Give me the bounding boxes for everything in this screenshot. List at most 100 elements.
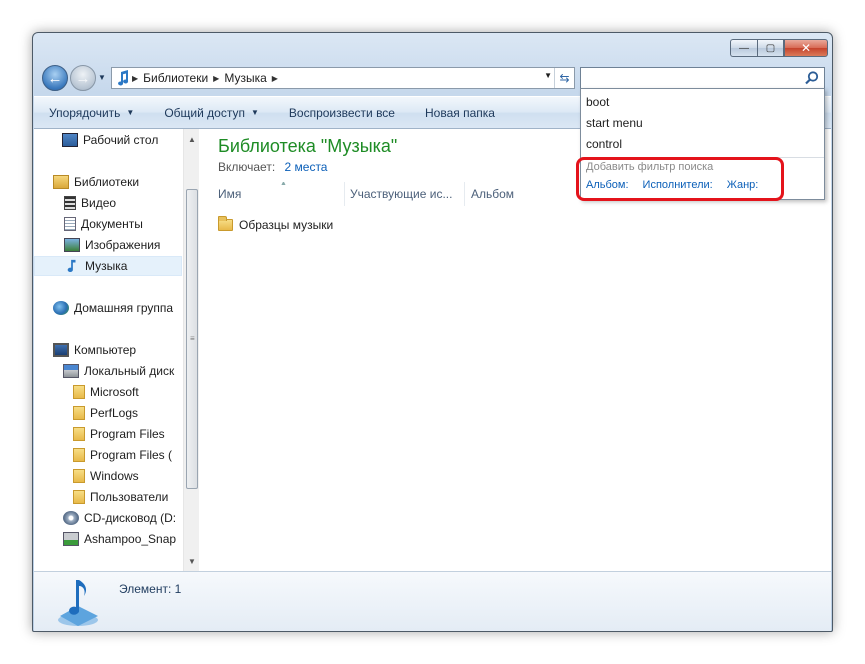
scroll-thumb[interactable]: ≡ xyxy=(186,189,198,489)
nav-item-users[interactable]: Пользователи xyxy=(34,487,182,507)
breadcrumb-music[interactable]: Музыка xyxy=(224,71,266,85)
nav-item-libraries[interactable]: Библиотеки xyxy=(34,172,182,192)
grip-icon: ≡ xyxy=(190,334,195,343)
scroll-down-icon[interactable]: ▼ xyxy=(184,553,200,569)
video-icon xyxy=(64,196,76,210)
nav-item-label: Документы xyxy=(81,217,143,231)
breadcrumb-separator[interactable]: ▶ xyxy=(132,74,138,83)
nav-item-desktop[interactable]: Рабочий стол xyxy=(34,130,182,150)
music-icon xyxy=(67,259,76,273)
column-label: Имя xyxy=(218,187,242,201)
breadcrumb-separator[interactable]: ▶ xyxy=(213,74,219,83)
nav-item-label: Program Files ( xyxy=(90,448,173,462)
history-dropdown-icon[interactable]: ▼ xyxy=(98,73,106,82)
nav-item-label: Microsoft xyxy=(90,385,139,399)
maximize-button[interactable]: ▢ xyxy=(757,39,784,57)
nav-scrollbar[interactable]: ▲ ≡ ▼ xyxy=(183,129,199,571)
nav-item-label: Компьютер xyxy=(74,343,137,357)
nav-item-program-files-x86[interactable]: Program Files ( xyxy=(34,445,182,465)
nav-item-perflogs[interactable]: PerfLogs xyxy=(34,403,182,423)
address-dropdown-icon[interactable]: ▼ xyxy=(544,71,552,80)
nav-item-label: Пользователи xyxy=(90,490,169,504)
library-includes: Включает: 2 места xyxy=(218,160,327,174)
folder-icon xyxy=(73,406,85,420)
chevron-down-icon: ▼ xyxy=(250,108,259,117)
folder-icon xyxy=(73,490,85,504)
nav-item-label: Музыка xyxy=(85,259,128,273)
navigation-pane: Рабочий стол Библиотеки Видео Документы … xyxy=(34,129,199,571)
nav-item-label: Изображения xyxy=(85,238,161,252)
breadcrumb-libraries[interactable]: Библиотеки xyxy=(143,71,208,85)
nav-item-video[interactable]: Видео xyxy=(34,193,182,213)
libraries-icon xyxy=(53,175,69,189)
item-count: Элемент: 1 xyxy=(119,582,182,596)
music-icon xyxy=(118,70,129,86)
breadcrumb-separator[interactable]: ▶ xyxy=(272,74,278,83)
back-button[interactable]: ← xyxy=(42,65,68,91)
desktop-icon xyxy=(62,133,78,147)
share-with-label: Общий доступ xyxy=(164,105,245,120)
folder-icon xyxy=(73,427,85,441)
close-button[interactable]: ✕ xyxy=(784,39,828,57)
nav-item-microsoft[interactable]: Microsoft xyxy=(34,382,182,402)
column-header-artists[interactable]: Участвующие ис... xyxy=(345,182,465,206)
network-drive-icon xyxy=(63,532,79,546)
nav-item-label: Рабочий стол xyxy=(83,133,159,147)
nav-item-label: PerfLogs xyxy=(90,406,139,420)
search-history-item[interactable]: start menu xyxy=(586,113,643,133)
nav-item-label: Program Files xyxy=(90,427,165,441)
share-with-button[interactable]: Общий доступ ▼ xyxy=(164,106,259,120)
nav-item-label: Видео xyxy=(81,196,117,210)
nav-item-cd-drive[interactable]: CD-дисковод (D: xyxy=(34,508,182,528)
forward-button[interactable]: → xyxy=(70,65,96,91)
minimize-button[interactable]: — xyxy=(730,39,757,57)
folder-icon xyxy=(218,216,233,231)
scroll-up-icon[interactable]: ▲ xyxy=(184,131,200,147)
music-library-icon xyxy=(58,580,98,626)
nav-item-music[interactable]: Музыка xyxy=(34,256,182,276)
folder-icon xyxy=(73,385,85,399)
column-header-album[interactable]: Альбом xyxy=(465,182,575,206)
play-all-label: Воспроизвести все xyxy=(288,105,395,120)
nav-item-network-drive[interactable]: Ashampoo_Snap xyxy=(34,529,182,549)
new-folder-label: Новая папка xyxy=(424,105,495,120)
nav-item-label: Локальный диск xyxy=(84,364,175,378)
nav-item-pictures[interactable]: Изображения xyxy=(34,235,182,255)
nav-item-program-files[interactable]: Program Files xyxy=(34,424,182,444)
nav-item-label: Windows xyxy=(90,469,139,483)
back-arrow-icon: ← xyxy=(47,69,63,87)
search-icon[interactable] xyxy=(804,70,820,86)
nav-item-documents[interactable]: Документы xyxy=(34,214,182,234)
play-all-button[interactable]: Воспроизвести все xyxy=(289,106,395,120)
cd-drive-icon xyxy=(63,511,79,525)
list-item[interactable]: Образцы музыки xyxy=(218,216,334,232)
organize-label: Упорядочить xyxy=(49,105,121,120)
sort-ascending-icon: ▲ xyxy=(280,182,287,187)
search-history-item[interactable]: boot xyxy=(586,92,609,112)
organize-button[interactable]: Упорядочить ▼ xyxy=(49,106,134,120)
caption-buttons: — ▢ ✕ xyxy=(730,39,828,57)
nav-item-label: Ashampoo_Snap xyxy=(84,532,177,546)
folder-icon xyxy=(73,448,85,462)
refresh-icon: ⇆ xyxy=(559,71,570,85)
library-title: Библиотека "Музыка" xyxy=(218,136,398,156)
address-bar[interactable]: ▶ Библиотеки ▶ Музыка ▶ ▼ ⇆ xyxy=(111,67,575,89)
refresh-button[interactable]: ⇆ xyxy=(554,68,574,88)
pictures-icon xyxy=(64,238,80,252)
search-input[interactable] xyxy=(580,67,825,89)
column-header-name[interactable]: Имя ▲ xyxy=(200,182,345,206)
column-label: Участвующие ис... xyxy=(350,187,453,201)
file-name: Образцы музыки xyxy=(239,218,334,232)
new-folder-button[interactable]: Новая папка xyxy=(425,106,495,120)
nav-item-computer[interactable]: Компьютер xyxy=(34,340,182,360)
nav-item-local-disk[interactable]: Локальный диск xyxy=(34,361,182,381)
nav-item-homegroup[interactable]: Домашняя группа xyxy=(34,298,182,318)
nav-item-label: Библиотеки xyxy=(74,175,140,189)
search-history-item[interactable]: control xyxy=(586,134,622,154)
computer-icon xyxy=(53,343,69,357)
includes-label: Включает: xyxy=(218,160,276,174)
includes-locations-link[interactable]: 2 места xyxy=(285,160,328,174)
nav-item-label: CD-дисковод (D: xyxy=(84,511,177,525)
drive-icon xyxy=(63,364,79,378)
nav-item-windows[interactable]: Windows xyxy=(34,466,182,486)
